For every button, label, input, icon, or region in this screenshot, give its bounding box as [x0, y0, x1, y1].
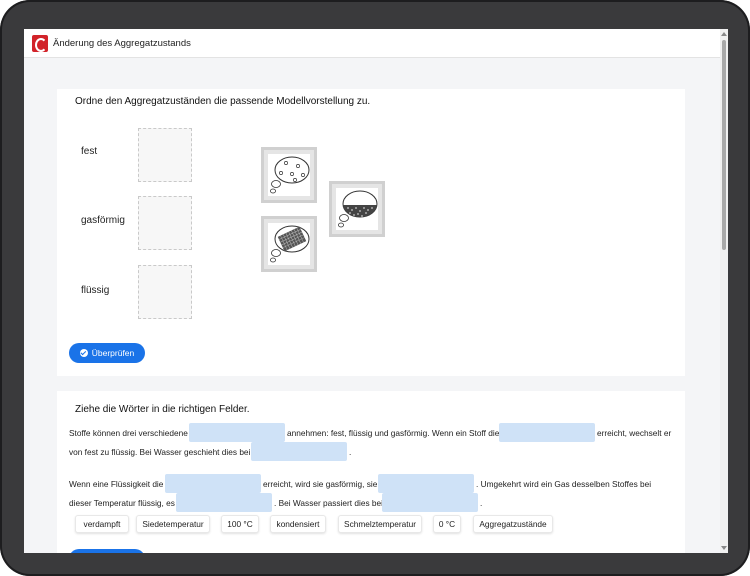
task-card-assign-models: Ordne den Aggregatzuständen die passende…: [57, 89, 685, 376]
word-chip-aggregatzustaende[interactable]: Aggregatzustände: [473, 515, 553, 533]
model-tile-liquid[interactable]: [329, 181, 385, 237]
cloze-text-1b: annehmen: fest, flüssig und gasförmig. W…: [287, 428, 500, 438]
word-chip-100c[interactable]: 100 °C: [221, 515, 259, 533]
word-chip-kondensiert[interactable]: kondensiert: [270, 515, 326, 533]
app-screen: Änderung des Aggregatzustands Ordne den …: [24, 29, 728, 553]
cloze-text-1c: erreicht, wechselt er: [597, 428, 672, 438]
word-chip-siedetemperatur[interactable]: Siedetemperatur: [136, 515, 210, 533]
check-button-task2[interactable]: [69, 549, 145, 553]
tablet-frame: Änderung des Aggregatzustands Ordne den …: [0, 0, 750, 576]
check-circle-icon: [79, 349, 88, 357]
word-chip-verdampft[interactable]: verdampft: [75, 515, 129, 533]
state-label-fest: fest: [81, 146, 98, 157]
scrollbar[interactable]: [720, 29, 728, 553]
state-label-fluessig: flüssig: [81, 285, 110, 296]
scroll-down-arrow-icon[interactable]: [721, 546, 727, 550]
cloze-text-2c: . Umgekehrt wird ein Gas desselben Stoff…: [476, 479, 652, 489]
model-tile-gas[interactable]: [261, 147, 317, 203]
gap-1[interactable]: [189, 423, 285, 442]
model-tile-solid[interactable]: [261, 216, 317, 272]
task-card-cloze: Ziehe die Wörter in die richtigen Felder…: [57, 391, 685, 553]
check-button-label: Überprüfen: [91, 348, 135, 358]
liquid-model-icon: [336, 188, 378, 230]
gap-3[interactable]: [251, 442, 347, 461]
task1-instruction: Ordne den Aggregatzuständen die passende…: [75, 96, 371, 107]
cloze-text-2b: erreicht, wird sie gasförmig, sie: [263, 479, 378, 489]
cloze-text-2e: . Bei Wasser passiert dies bei: [274, 498, 383, 508]
word-chip-0c[interactable]: 0 °C: [433, 515, 461, 533]
cloze-text-2a: Wenn eine Flüssigkeit die: [69, 479, 164, 489]
cloze-text-1e: .: [349, 447, 352, 457]
dropzone-gasfoermig[interactable]: [138, 196, 192, 250]
state-label-gasfoermig: gasförmig: [81, 215, 125, 226]
solid-model-icon: [268, 223, 310, 265]
gap-7[interactable]: [382, 493, 478, 512]
dropzone-fluessig[interactable]: [138, 265, 192, 319]
scroll-up-arrow-icon[interactable]: [721, 32, 727, 36]
app-title: Änderung des Aggregatzustands: [53, 38, 191, 49]
c-logo-icon: [32, 35, 48, 52]
task2-instruction: Ziehe die Wörter in die richtigen Felder…: [75, 404, 250, 415]
cloze-text-2d: dieser Temperatur flüssig, es: [69, 498, 175, 508]
cloze-text-2f: .: [480, 498, 483, 508]
word-chip-schmelztemperatur[interactable]: Schmelztemperatur: [338, 515, 422, 533]
gas-model-icon: [268, 154, 310, 196]
check-button[interactable]: Überprüfen: [69, 343, 145, 363]
gap-5[interactable]: [378, 474, 474, 493]
gap-6[interactable]: [176, 493, 272, 512]
cloze-text-1a: Stoffe können drei verschiedene: [69, 428, 188, 438]
title-bar: Änderung des Aggregatzustands: [24, 29, 728, 58]
gap-4[interactable]: [165, 474, 261, 493]
scroll-thumb[interactable]: [722, 40, 726, 250]
cloze-text-1d: von fest zu flüssig. Bei Wasser geschieh…: [69, 447, 251, 457]
dropzone-fest[interactable]: [138, 128, 192, 182]
gap-2[interactable]: [499, 423, 595, 442]
